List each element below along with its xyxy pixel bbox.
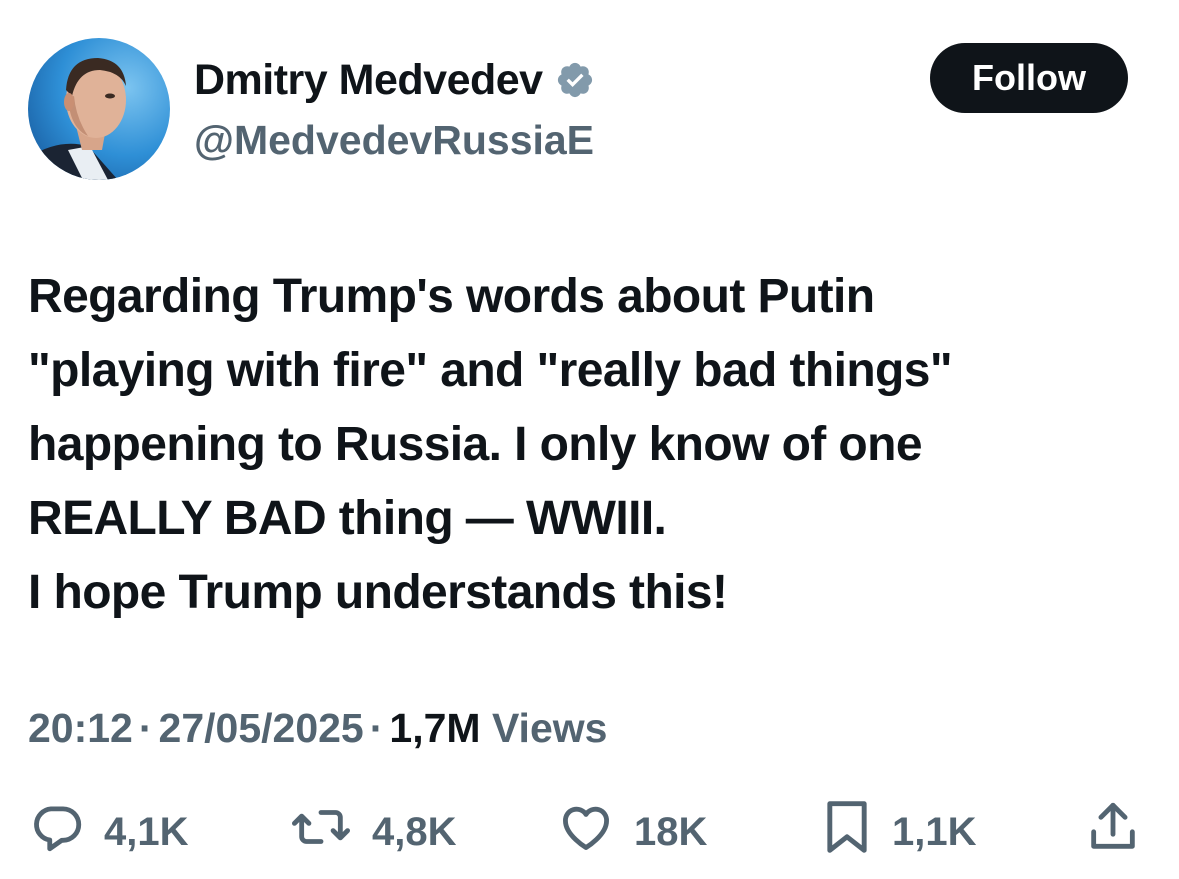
bookmark-button[interactable]: 1,1K xyxy=(820,800,977,864)
tweet-line: I hope Trump understands this! xyxy=(28,566,728,619)
repost-count: 4,8K xyxy=(372,809,457,854)
tweet-line: Regarding Trump's words about Putin xyxy=(28,270,875,323)
meta-separator: · xyxy=(138,705,153,751)
share-icon xyxy=(1084,798,1142,866)
repost-icon xyxy=(288,798,354,866)
tweet-meta: 20:12 · 27/05/2025 · 1,7M Views xyxy=(28,700,607,756)
share-button[interactable] xyxy=(1084,800,1142,864)
like-count: 18K xyxy=(634,809,708,854)
tweet-line: REALLY BAD thing — WWIII. xyxy=(28,492,667,545)
author-name-row: Dmitry Medvedev xyxy=(194,52,595,108)
verified-badge-icon[interactable] xyxy=(555,60,595,100)
meta-separator: · xyxy=(369,705,384,751)
like-button[interactable]: 18K xyxy=(556,800,707,864)
tweet-line: happening to Russia. I only know of one xyxy=(28,418,923,471)
author-handle[interactable]: @MedvedevRussiaE xyxy=(194,112,594,168)
reply-button[interactable]: 4,1K xyxy=(28,800,189,864)
bookmark-icon xyxy=(820,797,874,867)
heart-icon xyxy=(556,798,616,866)
tweet-text: Regarding Trump's words about Putin "pla… xyxy=(28,260,1148,630)
reply-count: 4,1K xyxy=(104,809,189,854)
tweet-date[interactable]: 27/05/2025 xyxy=(159,705,364,751)
avatar-image xyxy=(28,38,170,180)
tweet-time[interactable]: 20:12 xyxy=(28,705,133,751)
bookmark-count: 1,1K xyxy=(892,809,977,854)
views-label[interactable]: Views xyxy=(492,705,608,751)
tweet-line: "playing with fire" and "really bad thin… xyxy=(28,344,953,397)
views-count[interactable]: 1,7M xyxy=(389,705,480,751)
reply-icon xyxy=(28,798,86,866)
avatar[interactable] xyxy=(28,38,170,180)
action-bar: 4,1K 4,8K 18K 1,1K xyxy=(28,800,1148,864)
author-display-name[interactable]: Dmitry Medvedev xyxy=(194,52,543,108)
repost-button[interactable]: 4,8K xyxy=(288,800,457,864)
follow-button[interactable]: Follow xyxy=(930,43,1128,113)
